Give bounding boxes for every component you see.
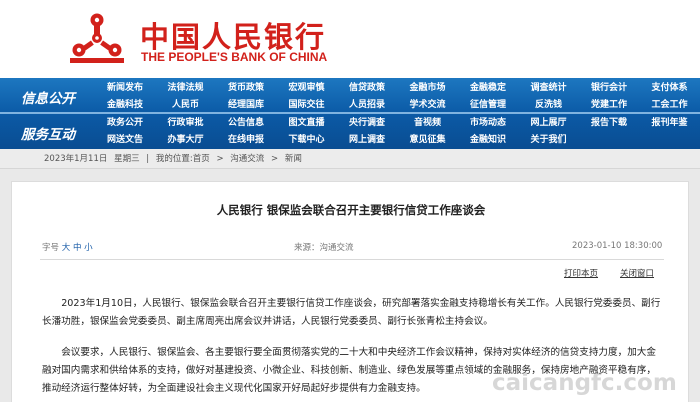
divider [40,259,664,260]
current-date: 2023年1月11日 [44,154,108,164]
nav-item[interactable]: 党建工作 [575,97,643,114]
article-title: 人民银行 银保监会联合召开主要银行信贷工作座谈会 [216,203,486,217]
nav-item[interactable]: 公告信息 [212,115,280,132]
nav-item[interactable]: 下载中心 [273,132,341,149]
font-size-small[interactable]: 小 [84,243,93,253]
nav-item[interactable]: 金融市场 [394,80,462,97]
nav-item[interactable]: 网送文告 [91,132,159,149]
brand-name-en: THE PEOPLE'S BANK OF CHINA [141,50,328,64]
font-size-medium[interactable]: 中 [73,243,82,253]
nav-item[interactable]: 图文直播 [273,115,341,132]
current-weekday: 星期三 [114,154,140,164]
nav-item[interactable]: 报刊年鉴 [636,115,700,132]
close-window-link[interactable]: 关闭窗口 [620,267,654,279]
breadcrumb-level2[interactable]: 新闻 [285,154,302,164]
nav-item[interactable]: 央行调查 [333,115,401,132]
nav-item[interactable]: 反洗钱 [515,97,583,114]
nav-item[interactable]: 行政审批 [152,115,220,132]
font-size-label: 字号 [42,243,60,253]
breadcrumb-sep: > [216,154,224,164]
nav-item[interactable]: 征信管理 [454,97,522,114]
breadcrumb: 2023年1月11日 星期三 | 我的位置:首页 > 沟通交流 > 新闻 [0,149,700,169]
nav-item[interactable]: 人员招录 [333,97,401,114]
nav-item[interactable]: 金融稳定 [454,80,522,97]
breadcrumb-level1[interactable]: 沟通交流 [230,154,264,164]
main-nav: 信息公开 服务互动 新闻发布 法律法规 货币政策 宏观审慎 信贷政策 金融市场 金融稳定 调查… [0,78,700,149]
nav-item[interactable]: 报告下载 [575,115,643,132]
source-value: 沟通交流 [319,243,354,253]
article-panel: 人民银行 银保监会联合召开主要银行信贷工作座谈会 字号 大 中 小 来源：沟通交… [11,181,689,402]
font-size-controls: 字号 大 中 小 [42,241,93,253]
font-size-large[interactable]: 大 [62,243,71,253]
nav-item[interactable]: 办事大厅 [152,132,220,149]
breadcrumb-sep: | [146,154,150,164]
nav-item[interactable]: 信贷政策 [333,80,401,97]
nav-item[interactable]: 金融科技 [91,97,159,114]
nav-item[interactable]: 关于我们 [515,132,583,149]
nav-item[interactable]: 调查统计 [515,80,583,97]
nav-item[interactable]: 人民币 [152,97,220,114]
nav-item[interactable]: 金融知识 [454,132,522,149]
article-source: 来源：沟通交流 [294,241,354,253]
article-paragraph: 2023年1月10日，人民银行、银保监会联合召开主要银行信贷工作座谈会，研究部署… [42,298,661,327]
nav-item[interactable]: 银行会计 [575,80,643,97]
pboc-logo-icon[interactable] [66,12,128,64]
nav-item[interactable]: 工会工作 [636,97,700,114]
breadcrumb-sep: > [271,154,279,164]
article-datetime: 2023-01-10 18:30:00 [572,241,663,251]
nav-item[interactable]: 网上调查 [333,132,401,149]
nav-item[interactable]: 在线申报 [212,132,280,149]
nav-item[interactable]: 国际交往 [273,97,341,114]
nav-item[interactable]: 政务公开 [91,115,159,132]
nav-item[interactable]: 网上展厅 [515,115,583,132]
nav-item[interactable]: 货币政策 [212,80,280,97]
nav-item[interactable]: 支付体系 [636,80,700,97]
nav-item[interactable]: 意见征集 [394,132,462,149]
print-page-link[interactable]: 打印本页 [564,267,598,279]
section-label-info: 信息公开 [21,91,75,107]
nav-item[interactable]: 音视频 [394,115,462,132]
breadcrumb-home[interactable]: 首页 [193,154,210,164]
location-label: 我的位置: [155,154,193,164]
site-header: 中国人民银行 THE PEOPLE'S BANK OF CHINA [0,0,700,78]
nav-item[interactable]: 新闻发布 [91,80,159,97]
source-label: 来源： [294,243,320,253]
nav-item[interactable]: 经理国库 [212,97,280,114]
nav-item[interactable]: 法律法规 [152,80,220,97]
nav-item[interactable]: 市场动态 [454,115,522,132]
watermark-text: caicangfc.com [492,370,677,396]
nav-item[interactable]: 宏观审慎 [273,80,341,97]
section-label-service: 服务互动 [21,127,75,143]
nav-item[interactable]: 学术交流 [394,97,462,114]
